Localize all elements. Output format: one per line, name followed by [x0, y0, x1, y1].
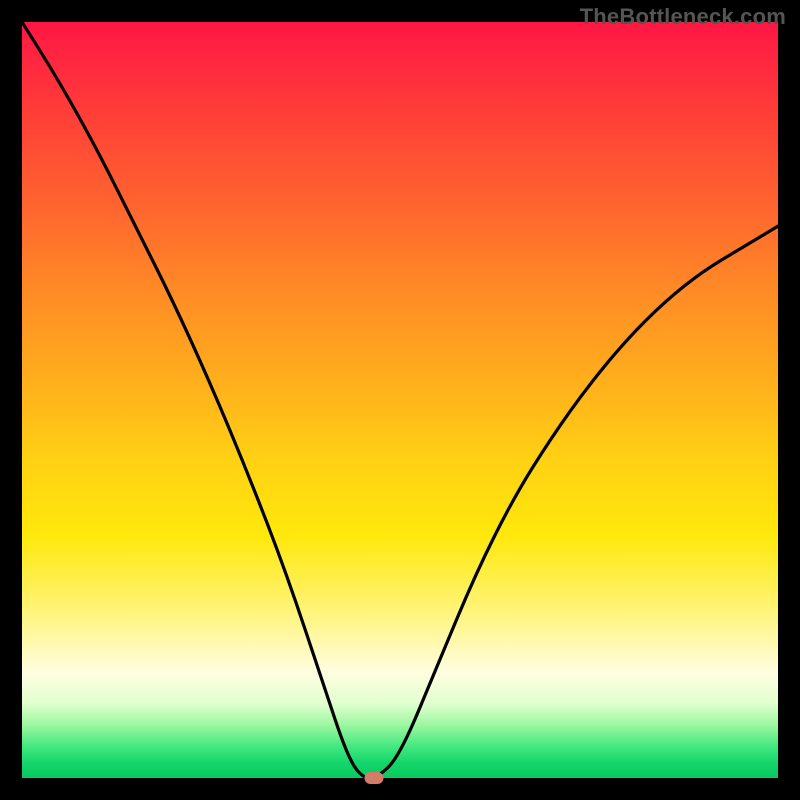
minimum-marker: [364, 772, 383, 784]
plot-gradient-background: [22, 22, 778, 778]
watermark-text: TheBottleneck.com: [580, 4, 786, 30]
chart-frame: TheBottleneck.com: [0, 0, 800, 800]
